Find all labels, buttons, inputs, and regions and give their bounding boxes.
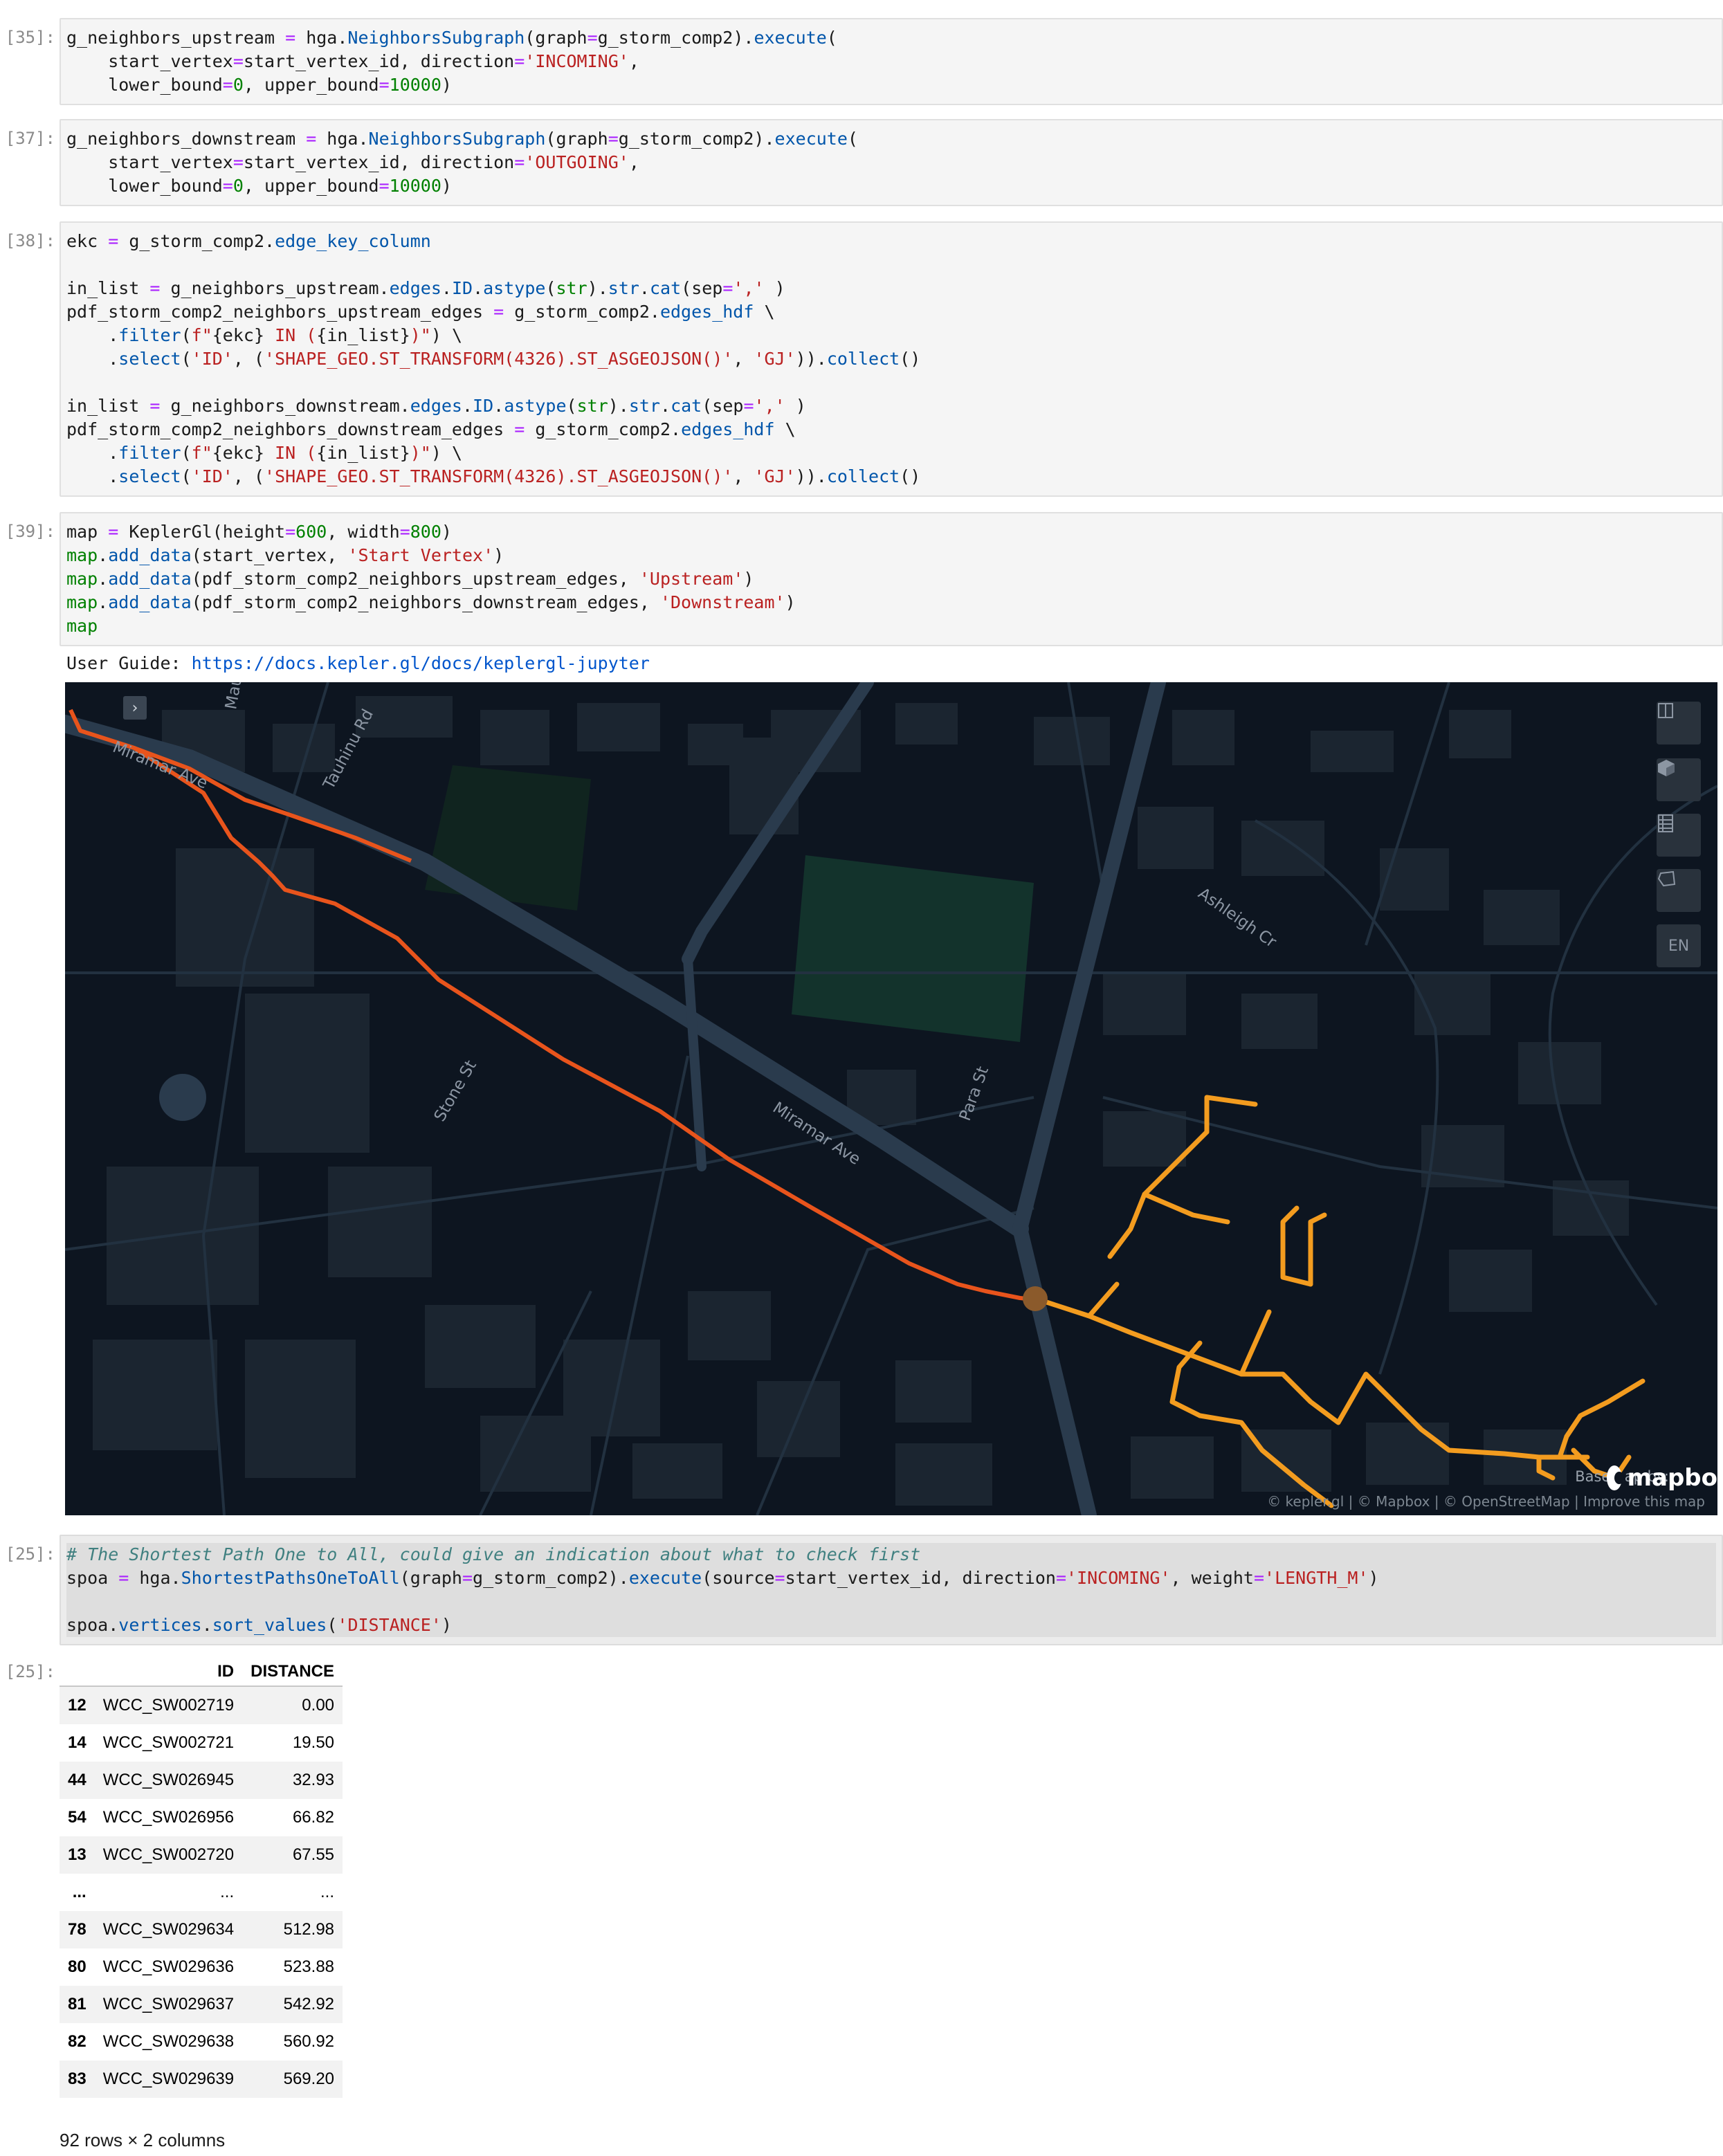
table-row: 83 WCC_SW029639 569.20 xyxy=(60,2061,343,2098)
kepler-map[interactable]: › Maui Tauhinu Rd Miramar Ave Ashleigh C… xyxy=(65,682,1717,1515)
table-row: 14 WCC_SW002721 19.50 xyxy=(60,1724,343,1762)
cell-distance: 512.98 xyxy=(283,1920,335,1939)
cell-id: WCC_SW002720 xyxy=(102,1845,235,1864)
cell-id: WCC_SW002719 xyxy=(102,1696,235,1715)
start-vertex-marker[interactable] xyxy=(1023,1286,1048,1311)
mapbox-icon xyxy=(1607,1465,1624,1490)
mapbox-logo: mapbo xyxy=(1607,1464,1717,1492)
row-index: 44 xyxy=(68,1771,86,1789)
cell-prompt: [37]: xyxy=(5,129,55,148)
user-guide-link[interactable]: https://docs.kepler.gl/docs/keplergl-jup… xyxy=(192,653,650,673)
table-icon xyxy=(1658,814,1673,832)
cell-distance: 560.92 xyxy=(283,2032,335,2051)
table-row: ......... xyxy=(60,1874,343,1911)
code-text: g_neighbors_upstream = hga.NeighborsSubg… xyxy=(66,28,837,95)
code-input[interactable]: g_neighbors_upstream = hga.NeighborsSubg… xyxy=(60,18,1723,105)
cell-distance: 0.00 xyxy=(302,1696,335,1715)
column-header-distance: DISTANCE xyxy=(242,1658,343,1687)
row-index: ... xyxy=(72,1883,86,1901)
cube-icon xyxy=(1658,760,1675,776)
user-guide-label: User Guide: xyxy=(66,653,181,673)
cell-id: WCC_SW029639 xyxy=(102,2070,235,2088)
expand-sidebar-button[interactable]: › xyxy=(123,696,147,720)
cell-id: WCC_SW026945 xyxy=(102,1771,235,1789)
code-text: # The Shortest Path One to All, could gi… xyxy=(66,1543,1716,1637)
code-input[interactable]: ekc = g_storm_comp2.edge_key_column in_l… xyxy=(60,221,1723,497)
split-map-icon xyxy=(1658,703,1673,718)
table-row: 12 WCC_SW002719 0.00 xyxy=(60,1686,343,1724)
park xyxy=(792,855,1034,1042)
code-input[interactable]: # The Shortest Path One to All, could gi… xyxy=(60,1535,1723,1645)
mapbox-wordmark: mapbo xyxy=(1627,1464,1717,1492)
code-text: ekc = g_storm_comp2.edge_key_column in_l… xyxy=(66,231,921,486)
row-index: 14 xyxy=(68,1733,86,1752)
row-index: 83 xyxy=(68,2070,86,2088)
cell-id: WCC_SW029634 xyxy=(102,1920,235,1939)
map-attribution[interactable]: © kepler.gl | © Mapbox | © OpenStreetMap… xyxy=(1267,1493,1705,1510)
cell-id: ... xyxy=(220,1883,235,1901)
cell-prompt: [35]: xyxy=(5,28,55,47)
index-header xyxy=(60,1658,95,1687)
draw-polygon-button[interactable] xyxy=(1657,869,1701,912)
cell-prompt: [38]: xyxy=(5,231,55,250)
dataframe-shape: 92 rows × 2 columns xyxy=(60,2130,226,2150)
park xyxy=(425,765,591,911)
cell-prompt: [25]: xyxy=(5,1544,55,1564)
table-header-row: ID DISTANCE xyxy=(60,1658,343,1687)
table-row: 54 WCC_SW026956 66.82 xyxy=(60,1799,343,1836)
code-input[interactable]: g_neighbors_downstream = hga.NeighborsSu… xyxy=(60,119,1723,206)
cell-id: WCC_SW029637 xyxy=(102,1995,235,2013)
row-index: 54 xyxy=(68,1808,86,1827)
locale-button[interactable]: EN xyxy=(1657,924,1701,967)
cell-id: WCC_SW026956 xyxy=(102,1808,235,1827)
table-row: 78 WCC_SW029634 512.98 xyxy=(60,1911,343,1948)
cell-distance: 19.50 xyxy=(292,1733,335,1752)
row-index: 81 xyxy=(68,1995,86,2013)
cell-distance: 523.88 xyxy=(283,1957,335,1976)
cell-distance: 67.55 xyxy=(292,1845,335,1864)
roundabout xyxy=(159,1074,206,1121)
cell-distance: 32.93 xyxy=(292,1771,335,1789)
code-text: map = KeplerGl(height=600, width=800) ma… xyxy=(66,522,796,636)
polygon-icon xyxy=(1657,870,1676,887)
table-row: 81 WCC_SW029637 542.92 xyxy=(60,1986,343,2023)
cell-distance: 569.20 xyxy=(283,2070,335,2088)
code-text: g_neighbors_downstream = hga.NeighborsSu… xyxy=(66,129,858,196)
table-row: 80 WCC_SW029636 523.88 xyxy=(60,1948,343,1986)
3d-map-button[interactable] xyxy=(1657,758,1701,801)
data-table-button[interactable] xyxy=(1657,814,1701,857)
row-index: 13 xyxy=(68,1845,86,1864)
table-row: 13 WCC_SW002720 67.55 xyxy=(60,1836,343,1874)
cell-distance: 542.92 xyxy=(283,1995,335,2013)
cell-id: WCC_SW002721 xyxy=(102,1733,235,1752)
dataframe-table: ID DISTANCE 12 WCC_SW002719 0.00 14 WCC_SW0… xyxy=(60,1658,343,2098)
row-index: 82 xyxy=(68,2032,86,2051)
column-header-id: ID xyxy=(94,1658,243,1687)
row-index: 80 xyxy=(68,1957,86,1976)
cell-distance: 66.82 xyxy=(292,1808,335,1827)
output-prompt: [25]: xyxy=(5,1662,55,1681)
map-canvas[interactable] xyxy=(65,682,1717,1515)
cell-distance: ... xyxy=(320,1883,335,1901)
user-guide: User Guide: https://docs.kepler.gl/docs/… xyxy=(66,653,650,673)
row-index: 12 xyxy=(68,1696,86,1715)
table-row: 44 WCC_SW026945 32.93 xyxy=(60,1762,343,1799)
cell-id: WCC_SW029636 xyxy=(102,1957,235,1976)
split-map-button[interactable] xyxy=(1657,702,1701,744)
table-row: 82 WCC_SW029638 560.92 xyxy=(60,2023,343,2061)
code-input[interactable]: map = KeplerGl(height=600, width=800) ma… xyxy=(60,512,1723,646)
row-index: 78 xyxy=(68,1920,86,1939)
cell-id: WCC_SW029638 xyxy=(102,2032,235,2051)
cell-prompt: [39]: xyxy=(5,522,55,541)
